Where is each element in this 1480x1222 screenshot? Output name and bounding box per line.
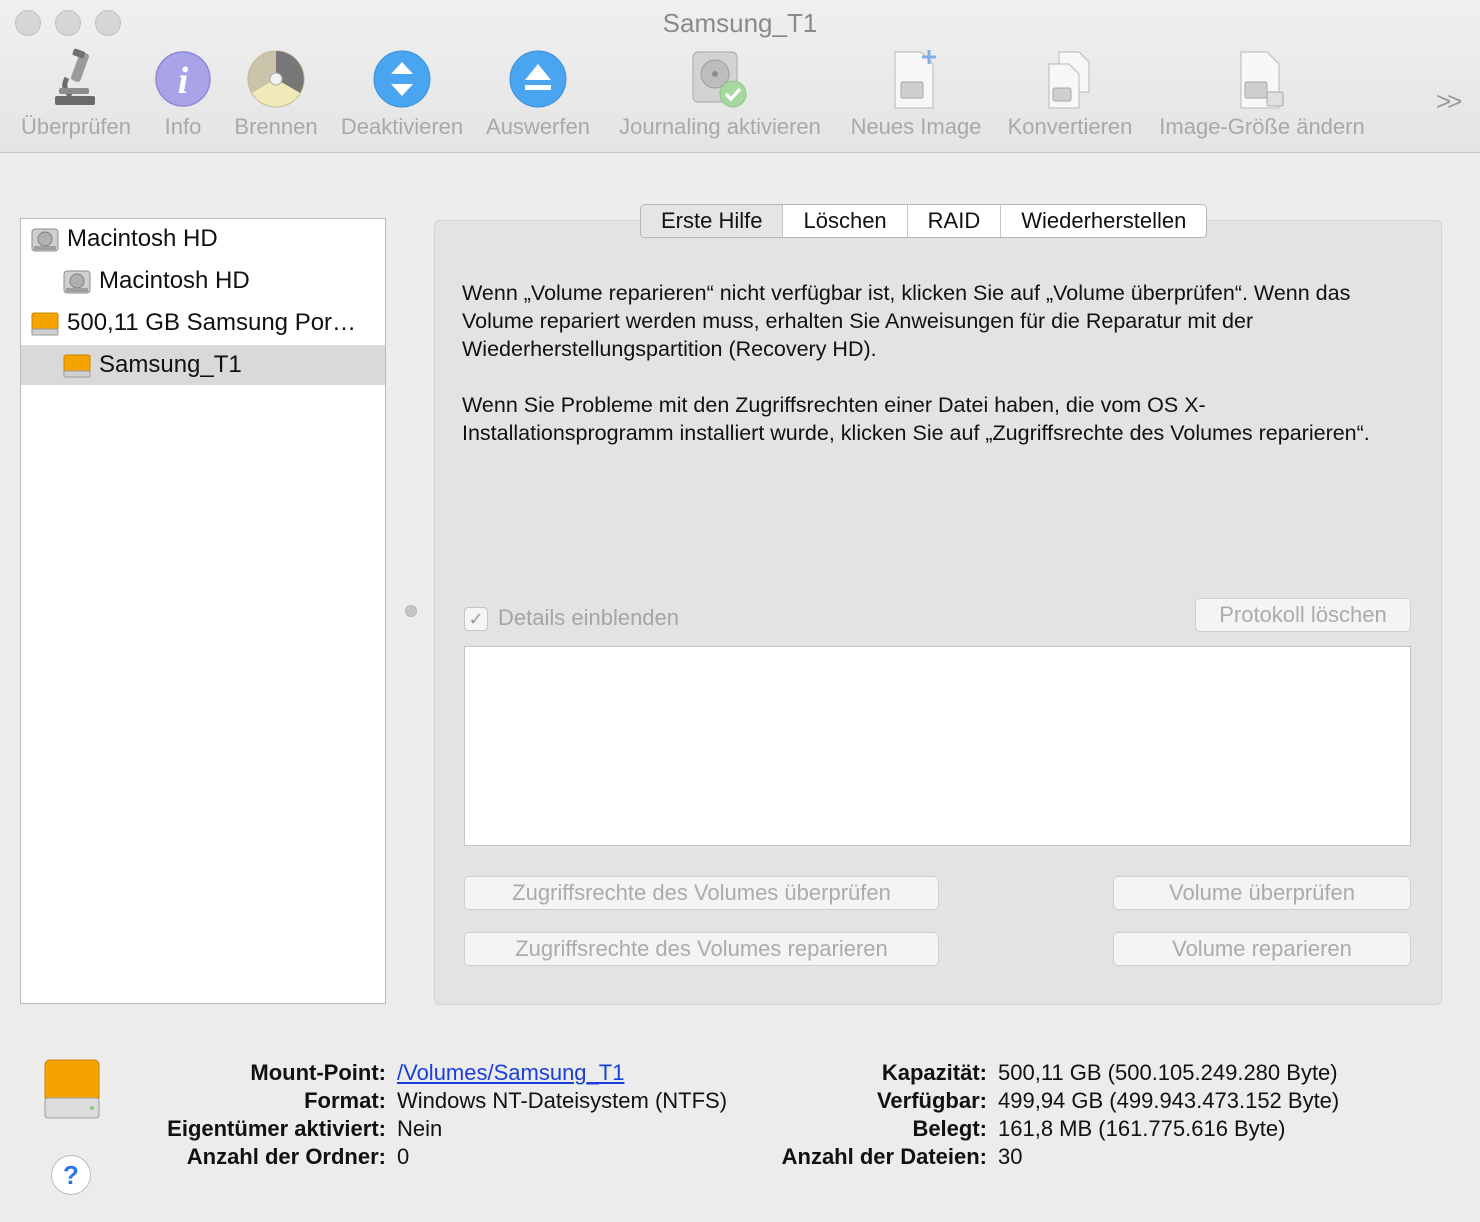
repair-permissions-button[interactable]: Zugriffsrechte des Volumes reparieren — [464, 932, 939, 966]
toolbar-journaling-button[interactable]: Journaling aktivieren — [610, 48, 830, 148]
window-title: Samsung_T1 — [662, 8, 818, 38]
toolbar-label: Auswerfen — [486, 114, 590, 139]
toolbar-label: Journaling aktivieren — [619, 114, 821, 139]
journaling-disk-icon — [692, 51, 747, 108]
mount-point-link[interactable]: /Volumes/Samsung_T1 — [397, 1060, 624, 1086]
sidebar-item-macintosh-hd-volume[interactable]: Macintosh HD — [21, 261, 385, 301]
toolbar-burn-button[interactable]: Brennen — [228, 48, 324, 148]
external-volume-icon — [63, 354, 91, 378]
toolbar-info-button[interactable]: i Info — [152, 48, 214, 148]
tab-restore[interactable]: Wiederherstellen — [1001, 205, 1207, 237]
owners-value: Nein — [397, 1116, 443, 1141]
toolbar-convert-button[interactable]: Konvertieren — [1002, 48, 1138, 148]
external-disk-icon — [31, 312, 59, 336]
toolbar-label: Brennen — [234, 114, 318, 139]
svg-text:i: i — [178, 60, 189, 102]
toolbar-verify-button[interactable]: Überprüfen — [16, 48, 136, 148]
title-bar: Samsung_T1 Überprüfen i Info Brennen Dea… — [0, 0, 1480, 153]
used-label: Belegt: — [912, 1116, 987, 1141]
toolbar-label: Neues Image — [850, 114, 982, 139]
disk-list-sidebar: Macintosh HD Macintosh HD 500,11 GB Sams… — [20, 218, 386, 1004]
toolbar-label: Konvertieren — [1007, 114, 1133, 139]
folder-count-label: Anzahl der Ordner: — [186, 1144, 386, 1169]
available-label: Verfügbar: — [876, 1088, 987, 1113]
toolbar-resize-image-button[interactable]: Image-Größe ändern — [1152, 48, 1372, 148]
file-count-label: Anzahl der Dateien: — [781, 1144, 987, 1169]
unmount-icon — [373, 50, 431, 108]
permissions-description: Wenn Sie Probleme mit den Zugriffsrechte… — [462, 393, 1370, 445]
sidebar-item-samsung-disk[interactable]: 500,11 GB Samsung Por… — [21, 303, 385, 343]
toolbar-new-image-button[interactable]: Neues Image — [846, 48, 986, 148]
info-icon: i — [155, 51, 211, 107]
capacity-value: 500,11 GB (500.105.249.280 Byte) — [998, 1060, 1338, 1085]
toolbar-label: Überprüfen — [20, 114, 132, 139]
verify-volume-button[interactable]: Volume überprüfen — [1113, 876, 1411, 910]
toolbar-overflow-chevron-icon[interactable]: >> — [1436, 86, 1462, 117]
sidebar-item-label: Macintosh HD — [99, 267, 250, 294]
toolbar-label: Deaktivieren — [340, 114, 464, 139]
burn-disc-icon — [247, 50, 305, 108]
sidebar-item-label: Macintosh HD — [67, 225, 218, 252]
verify-permissions-button[interactable]: Zugriffsrechte des Volumes überprüfen — [464, 876, 939, 910]
split-view-resize-handle[interactable] — [405, 605, 417, 617]
tab-erase[interactable]: Löschen — [783, 205, 908, 237]
help-button[interactable]: ? — [51, 1155, 91, 1195]
file-count-value: 30 — [998, 1144, 1023, 1169]
tab-bar: Erste Hilfe Löschen RAID Wiederherstelle… — [640, 204, 1208, 238]
sidebar-item-label: Samsung_T1 — [99, 351, 242, 378]
format-label: Format: — [304, 1088, 386, 1113]
internal-volume-icon — [63, 270, 91, 294]
sidebar-item-samsung-t1-volume[interactable]: Samsung_T1 — [21, 345, 385, 385]
selected-drive-icon — [44, 1059, 100, 1119]
tab-raid[interactable]: RAID — [907, 205, 1002, 237]
toolbar-eject-button[interactable]: Auswerfen — [482, 48, 594, 148]
toolbar-unmount-button[interactable]: Deaktivieren — [336, 48, 468, 148]
toolbar-label: Info — [164, 114, 202, 139]
available-value: 499,94 GB (499.943.473.152 Byte) — [998, 1088, 1340, 1113]
convert-icon — [1048, 51, 1090, 109]
sidebar-item-macintosh-hd-disk[interactable]: Macintosh HD — [21, 219, 385, 259]
used-value: 161,8 MB (161.775.616 Byte) — [998, 1116, 1286, 1141]
eject-icon — [509, 50, 567, 108]
repair-volume-button[interactable]: Volume reparieren — [1113, 932, 1411, 966]
new-image-icon — [894, 50, 936, 109]
capacity-label: Kapazität: — [881, 1060, 987, 1085]
internal-disk-icon — [31, 228, 59, 252]
tab-first-aid[interactable]: Erste Hilfe — [641, 205, 784, 237]
microscope-icon — [55, 48, 95, 105]
resize-image-icon — [1240, 51, 1284, 109]
first-aid-description: Wenn „Volume reparieren“ nicht verfügbar… — [462, 281, 1351, 361]
sidebar-item-label: 500,11 GB Samsung Por… — [67, 309, 357, 336]
mount-point-label: Mount-Point: — [250, 1060, 386, 1085]
owners-label: Eigentümer aktiviert: — [167, 1116, 386, 1141]
format-value: Windows NT-Dateisystem (NTFS) — [397, 1088, 728, 1113]
clear-log-button[interactable]: Protokoll löschen — [1195, 598, 1411, 632]
details-log-area[interactable] — [464, 646, 1411, 846]
show-details-checkbox[interactable]: ✓ — [464, 607, 488, 631]
show-details-label: Details einblenden — [498, 605, 680, 630]
folder-count-value: 0 — [397, 1144, 410, 1169]
toolbar-label: Image-Größe ändern — [1159, 114, 1365, 139]
